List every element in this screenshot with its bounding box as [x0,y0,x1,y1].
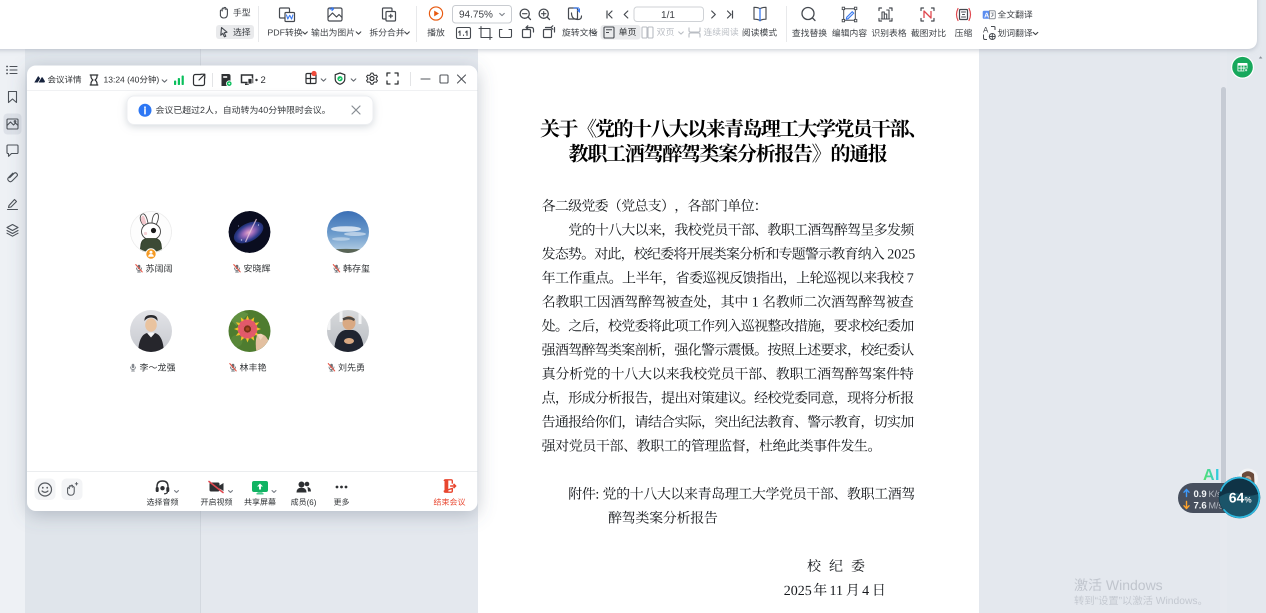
svg-text:PDF: PDF [267,28,285,38]
svg-text:A: A [983,26,989,35]
svg-text:1: 1 [752,296,759,311]
svg-text:4: 4 [862,584,869,599]
svg-text:94.75%: 94.75% [459,10,493,21]
svg-text:%: % [1244,496,1251,505]
svg-text:7.6: 7.6 [1194,500,1207,511]
svg-text:13:24: 13:24 [104,75,126,85]
svg-text:0.9: 0.9 [1194,489,1207,500]
svg-text:“: “ [1095,596,1099,607]
svg-text:11: 11 [830,584,843,599]
svg-text:2: 2 [261,75,266,86]
svg-text:AI: AI [1203,467,1220,484]
svg-text:64: 64 [1229,490,1245,506]
svg-text::: : [595,488,599,503]
svg-text:7: 7 [907,272,914,287]
svg-text:2: 2 [200,105,205,115]
svg-text:Windows: Windows [1156,596,1198,607]
svg-text:(40: (40 [127,75,140,85]
svg-text:40: 40 [258,105,268,115]
svg-text:1/1: 1/1 [661,10,675,21]
svg-text:): ) [156,75,159,85]
svg-text:(6): (6) [307,498,317,507]
svg-text:”: ” [1119,596,1123,607]
svg-text:2025: 2025 [887,248,915,263]
svg-text:A: A [984,12,989,19]
svg-text:Windows: Windows [1106,577,1163,593]
svg-text:2025: 2025 [784,584,812,599]
